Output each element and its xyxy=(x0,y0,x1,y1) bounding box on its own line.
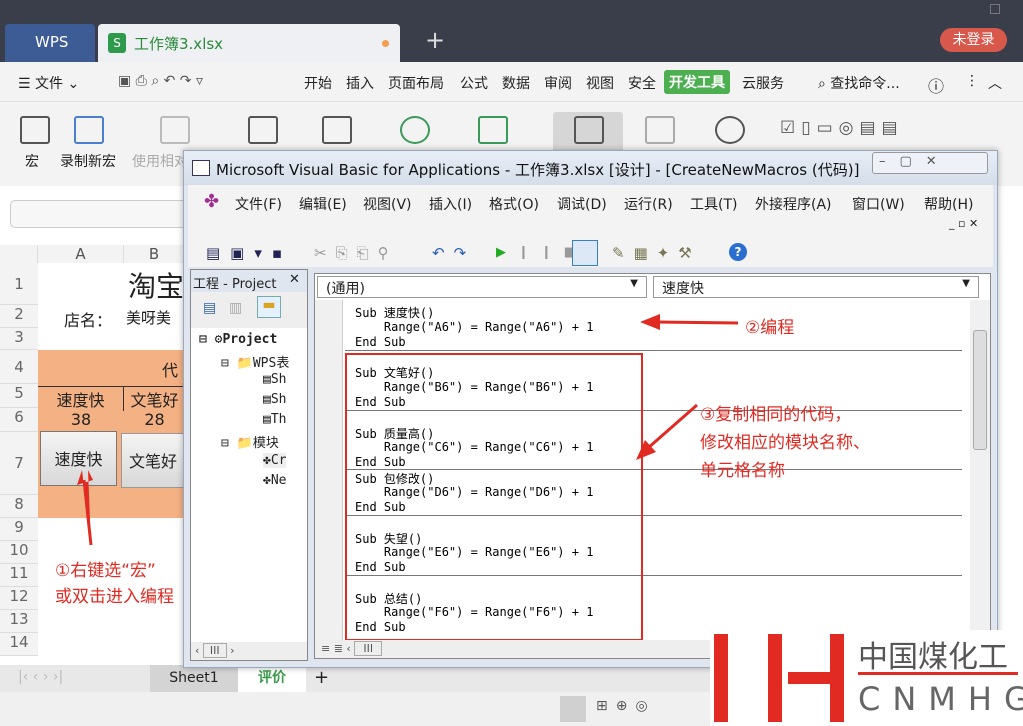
annotation-3-line3: 单元格名称 xyxy=(700,461,785,481)
watermark-cn: 中国煤化工 xyxy=(858,640,1008,675)
arrow-3 xyxy=(647,403,698,450)
logo-mark-icon xyxy=(714,634,844,722)
annotation-3-line2: 修改相应的模块名称、 xyxy=(700,433,870,453)
watermark-divider xyxy=(858,672,1018,675)
watermark-logo: 中国煤化工 CNMHG xyxy=(710,630,1023,726)
annotation-3-line1: ③复制相同的代码， xyxy=(700,405,852,425)
annotation-2: ②编程 xyxy=(745,318,795,338)
arrow-2 xyxy=(654,320,739,325)
watermark-en: CNMHG xyxy=(858,680,1023,718)
annotation-arrows-code xyxy=(636,314,739,460)
